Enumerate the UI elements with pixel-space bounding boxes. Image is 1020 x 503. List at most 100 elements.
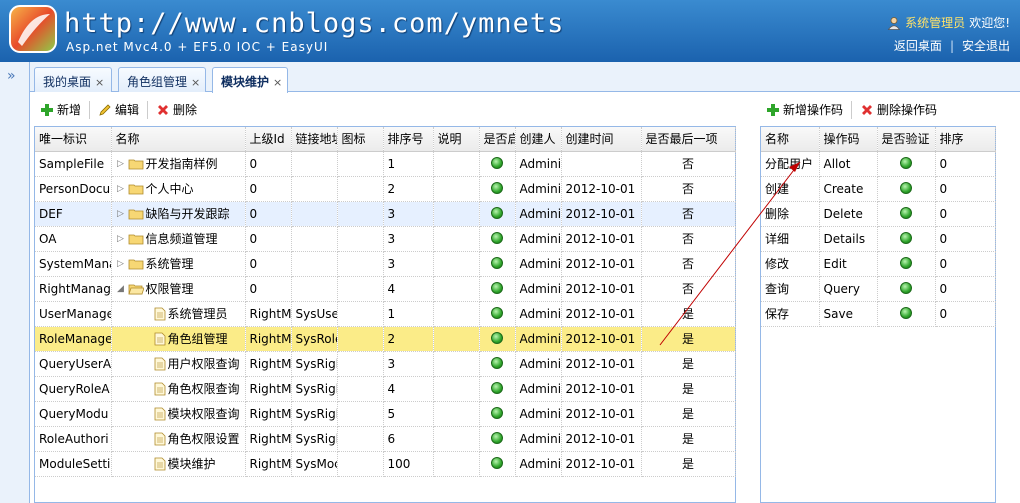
tab-module-maintenance[interactable]: 模块维护 × (212, 67, 288, 93)
cell-parent: 0 (245, 251, 292, 277)
document-icon (154, 382, 165, 395)
cell-verify (877, 151, 936, 177)
delete-button[interactable]: 删除 (150, 99, 203, 120)
table-row[interactable]: RightManag ◢ 权限管理 0 4 Adminis2012-10-01否 (35, 276, 736, 302)
cell-url (291, 201, 338, 227)
table-row[interactable]: QueryModu 模块权限查询 RightMSysRigh 5 Adminis2012… (35, 401, 736, 427)
cell-op-sort: 0 (935, 201, 996, 227)
cell-op-name: 修改 (761, 251, 820, 277)
cell-creator: Adminis (515, 401, 562, 427)
tab-label: 模块维护 (221, 75, 270, 89)
tree-node-label: 模块维护 (167, 457, 216, 471)
column-header[interactable]: 链接地址 (291, 127, 338, 152)
check-ok-icon (900, 281, 912, 294)
table-row[interactable]: RoleManage 角色组管理 RightMSysRole 2 Adminis2012… (35, 326, 736, 352)
back-desktop-link[interactable]: 返回桌面 (894, 37, 942, 54)
check-ok-icon (491, 181, 503, 194)
cell-enabled (479, 201, 516, 227)
column-header[interactable]: 说明 (433, 127, 480, 152)
welcome-text: 欢迎您! (969, 16, 1010, 30)
table-row[interactable]: 查询 Query 0 (761, 276, 996, 302)
cell-remark (433, 376, 480, 402)
table-row[interactable]: DEF ▷ 缺陷与开发跟踪 0 3 Adminis2012-10-01否 (35, 201, 736, 227)
module-treegrid: 唯一标识名称上级Id链接地址图标排序号说明是否启创建人创建时间是否最后一项 Sa… (34, 126, 736, 503)
add-opcode-button[interactable]: 新增操作码 (760, 99, 849, 120)
column-header[interactable]: 是否验证 (877, 127, 936, 152)
close-icon[interactable]: × (95, 76, 104, 89)
tree-toggle-icon[interactable]: ▷ (116, 159, 126, 169)
table-row[interactable]: RoleAuthori 角色权限设置 RightMSysRigh 6 Adminis20… (35, 426, 736, 452)
tree-toggle-icon[interactable]: ◢ (116, 284, 126, 294)
check-ok-icon (900, 256, 912, 269)
close-icon[interactable]: × (191, 76, 200, 89)
table-row[interactable]: 删除 Delete 0 (761, 201, 996, 227)
cell-icon (337, 251, 384, 277)
cell-name: ▷ 系统管理 (111, 251, 246, 277)
delete-opcode-button[interactable]: 删除操作码 (854, 99, 943, 120)
table-row[interactable]: 保存 Save 0 (761, 301, 996, 327)
tab-role-group[interactable]: 角色组管理 × (118, 67, 206, 92)
table-row[interactable]: 详细 Details 0 (761, 226, 996, 252)
cell-id: RoleManage (35, 326, 112, 352)
cell-sort: 2 (383, 326, 434, 352)
cell-verify (877, 226, 936, 252)
edit-button[interactable]: 编辑 (92, 99, 145, 120)
table-row[interactable]: SampleFile ▷ 开发指南样例 0 1 Adminis 否 (35, 151, 736, 177)
cell-op-sort: 0 (935, 226, 996, 252)
add-button[interactable]: 新增 (34, 99, 87, 120)
table-row[interactable]: OA ▷ 信息频道管理 0 3 Adminis2012-10-01否 (35, 226, 736, 252)
cell-op-name: 删除 (761, 201, 820, 227)
expand-panel-icon[interactable]: » (7, 68, 16, 84)
column-header[interactable]: 是否启 (479, 127, 516, 152)
column-header[interactable]: 名称 (111, 127, 246, 152)
check-ok-icon (491, 381, 503, 394)
column-header[interactable]: 排序 (935, 127, 996, 152)
column-header[interactable]: 是否最后一项 (641, 127, 736, 152)
table-row[interactable]: 创建 Create 0 (761, 176, 996, 202)
tree-node-label: 信息频道管理 (145, 232, 218, 246)
table-row[interactable]: ModuleSetti 模块维护 RightMSysMoc 100 Adminis201… (35, 451, 736, 477)
cell-id: QueryRoleA (35, 376, 112, 402)
toolbar-divider (147, 100, 149, 119)
cell-remark (433, 326, 480, 352)
cell-name: ▷ 个人中心 (111, 176, 246, 202)
column-header[interactable]: 唯一标识 (35, 127, 112, 152)
close-icon[interactable]: × (273, 76, 282, 89)
column-header[interactable]: 图标 (337, 127, 384, 152)
cell-id: QueryModu (35, 401, 112, 427)
tree-toggle-icon[interactable]: ▷ (116, 209, 126, 219)
cell-op-code: Delete (819, 201, 878, 227)
cell-is-last: 是 (641, 401, 736, 427)
cell-creator: Adminis (515, 226, 562, 252)
user-name[interactable]: 系统管理员 (905, 14, 965, 31)
table-header-row: 名称 操作码 是否验证 排序 (761, 127, 996, 152)
table-row[interactable]: 分配用户 Allot 0 (761, 151, 996, 177)
column-header[interactable]: 创建时间 (561, 127, 642, 152)
tree-toggle-icon[interactable]: ▷ (116, 184, 126, 194)
cell-op-code: Details (819, 226, 878, 252)
table-row[interactable]: 修改 Edit 0 (761, 251, 996, 277)
cell-op-sort: 0 (935, 251, 996, 277)
column-header[interactable]: 排序号 (383, 127, 434, 152)
cell-icon (337, 301, 384, 327)
tree-toggle-icon[interactable]: ▷ (116, 234, 126, 244)
cell-op-name: 分配用户 (761, 151, 820, 177)
column-header[interactable]: 上级Id (245, 127, 292, 152)
table-row[interactable]: UserManage 系统管理员 RightMSysUse 1 Adminis2012-… (35, 301, 736, 327)
cell-verify (877, 276, 936, 302)
cell-remark (433, 301, 480, 327)
table-row[interactable]: QueryUserA 用户权限查询 RightMSysRigh 3 Adminis201… (35, 351, 736, 377)
table-row[interactable]: PersonDocu ▷ 个人中心 0 2 Adminis2012-10-01否 (35, 176, 736, 202)
module-table: 唯一标识名称上级Id链接地址图标排序号说明是否启创建人创建时间是否最后一项 Sa… (35, 127, 736, 477)
table-row[interactable]: QueryRoleA 角色权限查询 RightMSysRigh 4 Adminis201… (35, 376, 736, 402)
logout-link[interactable]: 安全退出 (962, 37, 1010, 54)
check-ok-icon (491, 306, 503, 319)
cell-verify (877, 176, 936, 202)
column-header[interactable]: 创建人 (515, 127, 562, 152)
table-row[interactable]: SystemMana ▷ 系统管理 0 3 Adminis2012-10-01否 (35, 251, 736, 277)
document-icon (154, 457, 165, 470)
tab-my-desktop[interactable]: 我的桌面 × (34, 67, 112, 92)
column-header[interactable]: 名称 (761, 127, 820, 152)
column-header[interactable]: 操作码 (819, 127, 878, 152)
tree-toggle-icon[interactable]: ▷ (116, 259, 126, 269)
